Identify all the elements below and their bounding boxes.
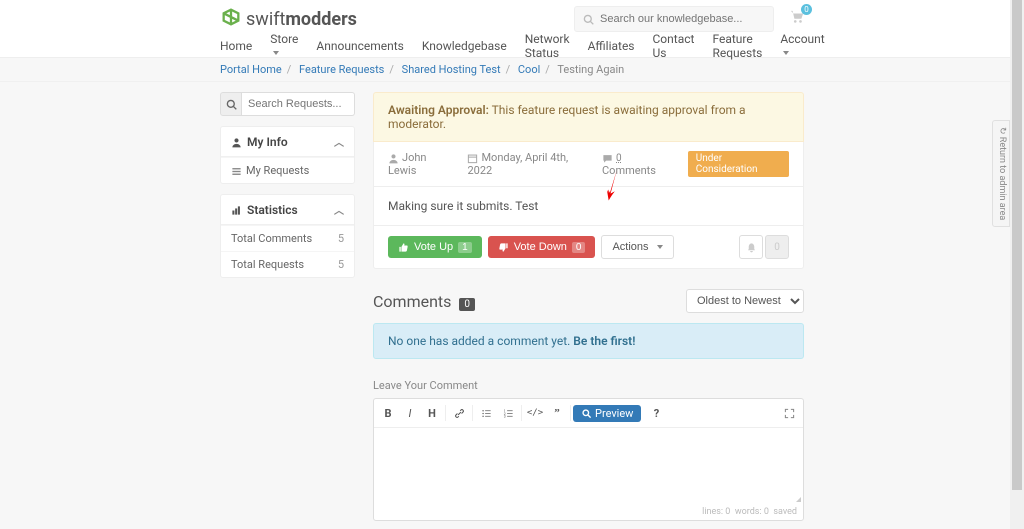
chevron-up-icon: ︿ [334, 202, 344, 217]
admin-return-tab[interactable]: ↻ Return to admin area [992, 120, 1010, 227]
crumb-portal[interactable]: Portal Home [220, 63, 282, 76]
crumb-current: Testing Again [557, 63, 624, 76]
scrollbar[interactable] [1010, 0, 1024, 529]
no-comments-notice: No one has added a comment yet. Be the f… [373, 323, 804, 359]
nav-announcements[interactable]: Announcements [316, 39, 403, 53]
nav-contact[interactable]: Contact Us [653, 32, 695, 60]
search-icon [583, 13, 594, 26]
approval-notice: Awaiting Approval: This feature request … [373, 92, 804, 142]
fullscreen-button[interactable] [778, 402, 800, 424]
help-button[interactable]: ? [645, 402, 667, 424]
date: Monday, April 4th, 2022 [467, 151, 568, 177]
sort-select[interactable]: Oldest to Newest [686, 289, 804, 313]
comments-header: Comments 0 Oldest to Newest [373, 289, 804, 313]
comments-count-badge: 0 [459, 298, 475, 311]
cart-badge: 0 [801, 4, 812, 15]
user-icon [388, 151, 399, 164]
breadcrumb: Portal Home/ Feature Requests/ Shared Ho… [0, 58, 1024, 82]
list-icon [231, 164, 242, 177]
side-search-input[interactable] [242, 92, 355, 116]
comment-icon [602, 151, 613, 164]
nav-feature[interactable]: Feature Requests [712, 32, 762, 60]
nav-kb[interactable]: Knowledgebase [422, 39, 507, 53]
logo-icon [220, 6, 242, 32]
thumbs-up-icon [398, 241, 409, 253]
my-requests-link[interactable]: My Requests [221, 157, 354, 183]
logo[interactable]: swiftmodders [220, 6, 357, 32]
link-button[interactable] [448, 402, 470, 424]
caret-icon [783, 51, 789, 55]
panel-stats-header[interactable]: Statistics ︿ [221, 195, 354, 225]
nav-affiliates[interactable]: Affiliates [588, 39, 635, 53]
notify-count: 0 [765, 235, 789, 259]
preview-button[interactable]: Preview [573, 405, 641, 422]
comments-count[interactable]: 0 [616, 153, 622, 164]
leave-comment: Leave Your Comment B I H 123 </> ” [373, 379, 804, 529]
kb-search[interactable] [574, 6, 774, 32]
chevron-up-icon: ︿ [334, 134, 344, 149]
editor-status: lines: 0 words: 0 saved [374, 504, 803, 520]
panel-stats: Statistics ︿ Total Comments 5 Total Requ… [220, 194, 355, 278]
leave-label: Leave Your Comment [373, 379, 804, 392]
request-body: Making sure it submits. Test [373, 187, 804, 226]
ol-button[interactable]: 123 [497, 402, 519, 424]
vote-up-button[interactable]: Vote Up 1 [388, 236, 482, 258]
status-badge: Under Consideration [688, 151, 789, 177]
crumb-cool[interactable]: Cool [518, 63, 540, 76]
comment-textarea[interactable] [374, 428, 803, 500]
stat-total-comments: Total Comments 5 [221, 225, 354, 251]
navbar: Home Store Announcements Knowledgebase N… [0, 38, 1024, 58]
editor: B I H 123 </> ” Prev [373, 398, 804, 521]
nav-store[interactable]: Store [270, 32, 298, 60]
calendar-icon [467, 151, 478, 164]
refresh-icon: ↻ [997, 127, 1007, 135]
italic-button[interactable]: I [399, 402, 421, 424]
actions-row: Vote Up 1 Vote Down 0 Actions 0 [373, 226, 804, 269]
quote-button[interactable]: ” [546, 402, 568, 424]
resize-handle[interactable] [793, 494, 801, 502]
caret-icon [657, 245, 663, 249]
user-icon [231, 135, 242, 149]
actions-dropdown[interactable]: Actions [601, 235, 673, 259]
crumb-fr[interactable]: Feature Requests [299, 63, 384, 76]
scrollbar-thumb[interactable] [1012, 0, 1022, 490]
caret-icon [273, 51, 279, 55]
nav-network[interactable]: Network Status [525, 32, 570, 60]
crumb-sht[interactable]: Shared Hosting Test [402, 63, 501, 76]
header: swiftmodders 0 [0, 0, 1024, 38]
cart-button[interactable]: 0 [790, 10, 804, 28]
content: Awaiting Approval: This feature request … [373, 92, 804, 529]
request-meta: John Lewis Monday, April 4th, 2022 0 Com… [373, 142, 804, 187]
thumbs-down-icon [498, 241, 509, 253]
ul-button[interactable] [475, 402, 497, 424]
sidebar: My Info ︿ My Requests Statistics ︿ [220, 92, 355, 288]
bold-button[interactable]: B [377, 402, 399, 424]
chart-icon [231, 203, 242, 217]
panel-myinfo: My Info ︿ My Requests [220, 126, 355, 184]
code-button[interactable]: </> [524, 402, 546, 424]
logo-text: swiftmodders [246, 9, 357, 30]
nav-home[interactable]: Home [220, 39, 252, 53]
heading-button[interactable]: H [421, 402, 443, 424]
notify-button[interactable] [739, 235, 763, 259]
vote-down-button[interactable]: Vote Down 0 [488, 236, 596, 258]
kb-search-input[interactable] [600, 13, 765, 25]
side-search-button[interactable] [220, 92, 242, 116]
editor-toolbar: B I H 123 </> ” Prev [374, 399, 803, 428]
stat-total-requests: Total Requests 5 [221, 251, 354, 277]
panel-myinfo-header[interactable]: My Info ︿ [221, 127, 354, 157]
nav-account[interactable]: Account [780, 32, 824, 60]
svg-text:3: 3 [503, 414, 505, 418]
